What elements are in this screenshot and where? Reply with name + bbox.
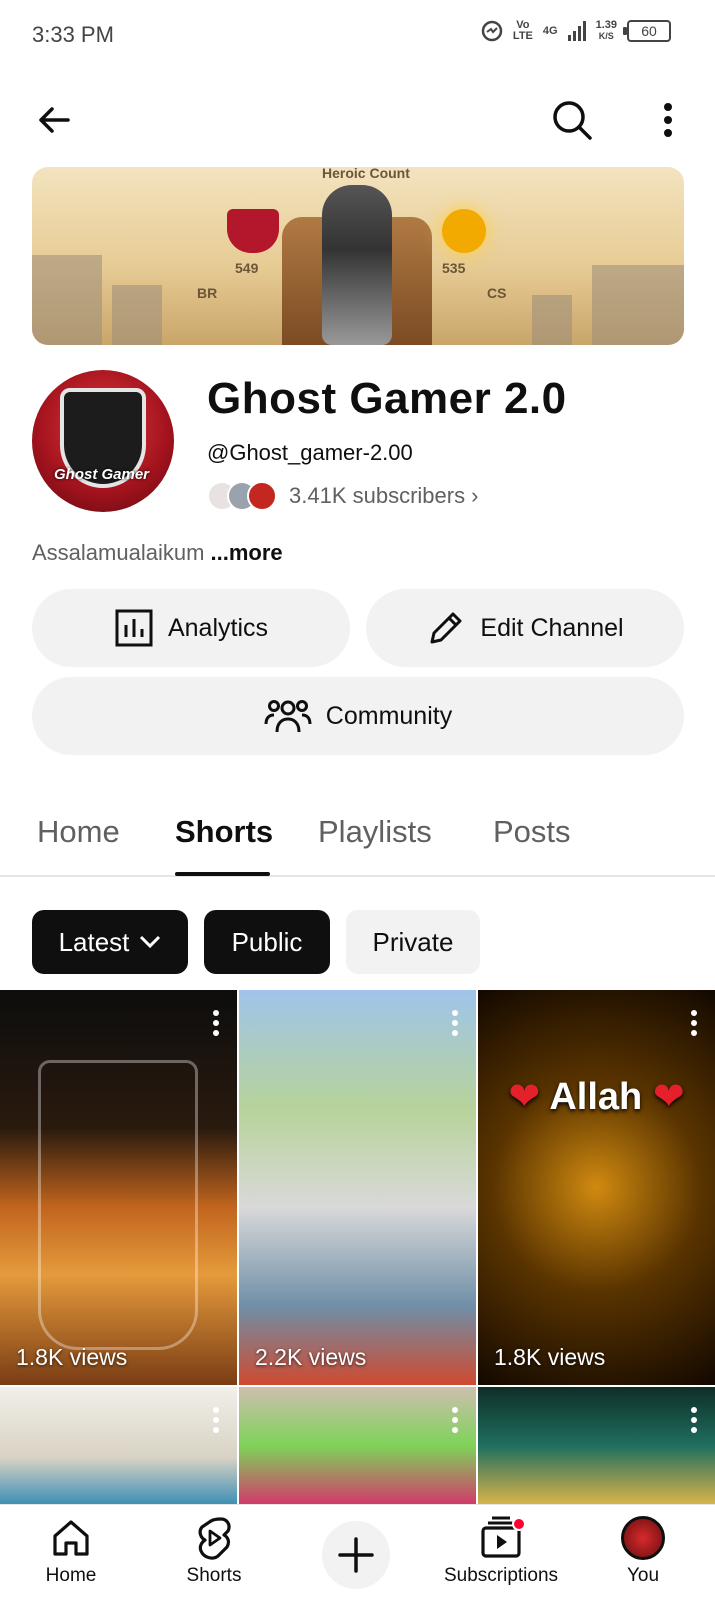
bottom-navigation: Home Shorts Subscriptions You [0, 1504, 715, 1600]
short-item[interactable] [0, 1387, 237, 1504]
edit-channel-label: Edit Channel [480, 613, 624, 642]
nav-you-label: You [626, 1565, 660, 1586]
short-overlay-text: Allah [549, 1076, 643, 1118]
network-gen: 4G [542, 24, 558, 37]
banner-left-score: 549 [235, 260, 259, 276]
net-speed: 1.39 K/S [596, 20, 617, 42]
channel-description[interactable]: Assalamualaikum ...more [32, 540, 283, 566]
short-overlay-title: ❤ Allah ❤ [478, 1074, 715, 1119]
banner-heading: Heroic Count [322, 167, 410, 181]
channel-banner: Heroic Count 549 535 BR CS [32, 167, 684, 345]
search-icon [553, 101, 592, 140]
net-speed-unit: K/S [598, 31, 614, 41]
banner-right-rank: CS [487, 285, 507, 301]
rank-emblem-right [442, 209, 486, 253]
community-button[interactable]: Community [32, 677, 684, 755]
net-speed-value: 1.39 [595, 19, 617, 31]
short-views: 1.8K views [494, 1344, 606, 1370]
short-item[interactable] [239, 1387, 476, 1504]
battery-icon: 60 [623, 20, 671, 42]
nav-home[interactable]: Home [11, 1513, 131, 1587]
community-label: Community [325, 701, 453, 730]
chevron-down-icon [140, 935, 161, 949]
more-vert-icon[interactable] [211, 1407, 221, 1437]
short-views: 1.8K views [16, 1344, 128, 1370]
analytics-label: Analytics [167, 613, 269, 642]
avatar [621, 1516, 665, 1560]
nav-shorts-label: Shorts [186, 1565, 242, 1586]
shorts-icon [198, 1517, 231, 1560]
volte-indicator: Vo LTE [513, 20, 533, 42]
sort-dropdown[interactable]: Latest [32, 910, 188, 974]
tab-playlists[interactable]: Playlists [318, 814, 432, 850]
more-options-button[interactable] [644, 94, 692, 146]
analytics-button[interactable]: Analytics [32, 589, 350, 667]
sort-label: Latest [58, 926, 130, 957]
chevron-right-icon: › [471, 483, 479, 508]
short-views: 2.2K views [255, 1344, 367, 1370]
short-item[interactable]: 1.8K views [0, 990, 237, 1385]
more-vert-icon[interactable] [450, 1010, 460, 1040]
back-button[interactable] [28, 94, 80, 146]
subscriber-avatar [247, 481, 277, 511]
arrow-left-icon [39, 107, 70, 133]
short-item[interactable] [478, 1387, 715, 1504]
top-app-bar [0, 90, 715, 148]
channel-handle: @Ghost_gamer-2.00 [207, 440, 413, 465]
description-text: Assalamualaikum [32, 540, 205, 565]
volte-bottom: LTE [512, 30, 533, 42]
subscriber-avatars [207, 481, 277, 511]
nav-shorts[interactable]: Shorts [154, 1513, 274, 1587]
more-vert-icon [664, 103, 672, 137]
nav-you[interactable]: You [583, 1513, 703, 1587]
rank-emblem-left [227, 209, 279, 253]
create-button[interactable] [322, 1521, 390, 1589]
edit-channel-button[interactable]: Edit Channel [366, 589, 684, 667]
nav-subscriptions[interactable]: Subscriptions [438, 1513, 564, 1587]
short-thumbnail [38, 1060, 198, 1350]
more-link[interactable]: ...more [211, 540, 283, 565]
tab-posts[interactable]: Posts [493, 814, 571, 850]
tab-shorts[interactable]: Shorts [175, 814, 273, 850]
signal-icon [567, 21, 586, 41]
heart-icon: ❤ [652, 1076, 685, 1118]
subscriber-count: 3.41K subscribers [289, 483, 466, 508]
short-item[interactable]: 2.2K views [239, 990, 476, 1385]
more-vert-icon[interactable] [689, 1010, 699, 1040]
status-bar: 3:33 PM Vo LTE 4G 1.39 K/S 60 [0, 0, 715, 72]
avatar-logo-text: Ghost Gamer [54, 466, 150, 483]
nav-subscriptions-label: Subscriptions [443, 1565, 559, 1586]
people-icon [264, 700, 312, 733]
heart-icon: ❤ [508, 1076, 541, 1118]
search-button[interactable] [546, 94, 598, 146]
tab-home[interactable]: Home [37, 814, 120, 850]
tab-indicator [175, 872, 270, 876]
banner-left-rank: BR [197, 285, 218, 301]
more-vert-icon[interactable] [211, 1010, 221, 1040]
banner-right-score: 535 [442, 260, 466, 276]
character-graphic [322, 185, 392, 345]
channel-name: Ghost Gamer 2.0 [207, 374, 567, 423]
analytics-icon [115, 609, 153, 647]
notification-dot [512, 1517, 526, 1531]
status-icons: Vo LTE 4G 1.39 K/S 60 [481, 20, 671, 42]
status-time: 3:33 PM [32, 22, 114, 47]
more-vert-icon[interactable] [689, 1407, 699, 1437]
subscribers-row[interactable]: 3.41K subscribers › [207, 480, 478, 512]
short-item[interactable]: ❤ Allah ❤ 1.8K views [478, 990, 715, 1385]
nav-home-label: Home [45, 1565, 97, 1586]
pencil-icon [430, 612, 462, 644]
filter-private-chip[interactable]: Private [346, 910, 480, 974]
shorts-grid: 1.8K views 2.2K views ❤ Allah ❤ 1.8K vie… [0, 990, 715, 1504]
plus-icon [338, 1537, 374, 1573]
data-saver-icon [481, 20, 503, 42]
channel-avatar[interactable]: Ghost Gamer [32, 370, 174, 512]
more-vert-icon[interactable] [450, 1407, 460, 1437]
home-icon [53, 1520, 89, 1556]
channel-tabs: Home Shorts Playlists Posts [0, 800, 715, 877]
filter-public-chip[interactable]: Public [204, 910, 330, 974]
